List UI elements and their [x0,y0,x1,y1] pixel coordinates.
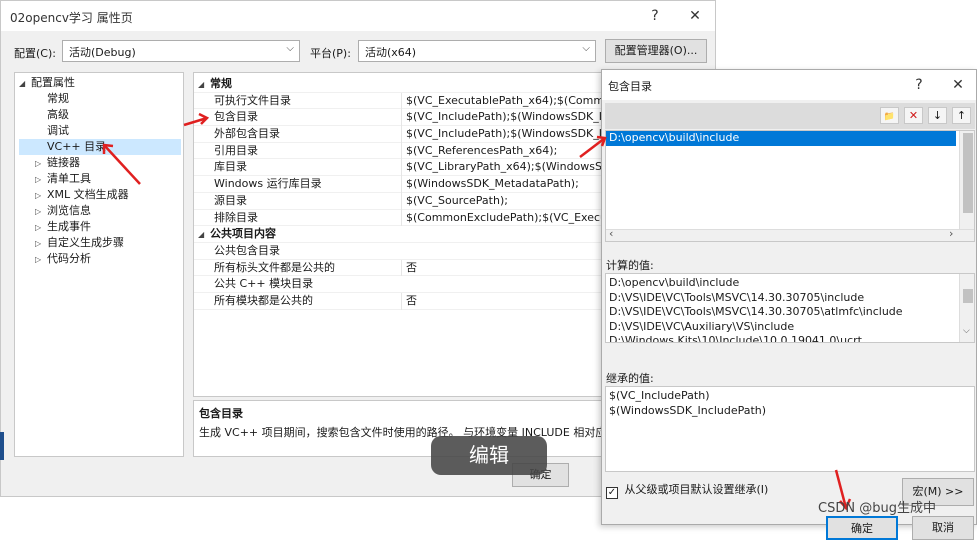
annotation-arrow [102,143,141,185]
annotation-arrow [183,112,210,127]
annotation-arrow [579,135,607,158]
watermark: CSDN @bug生成中 [818,501,936,516]
toast-popup: 编辑 [431,436,547,475]
